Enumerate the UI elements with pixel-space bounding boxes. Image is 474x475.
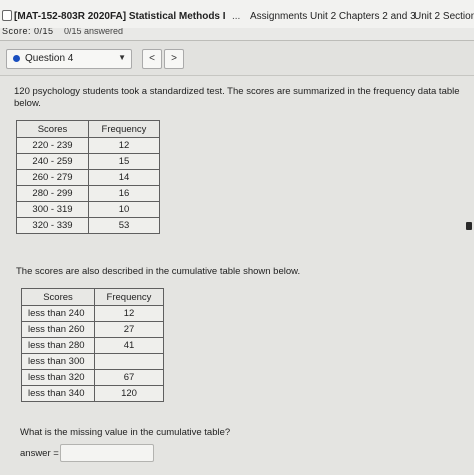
table-header-row: Scores Frequency	[17, 121, 159, 137]
question-select[interactable]: Question 4 ▼	[6, 49, 132, 69]
table-cell: less than 340	[22, 386, 94, 401]
answered-count: 0/15 answered	[64, 28, 124, 36]
table-cell: 41	[95, 338, 163, 353]
table-row: less than 340 120	[22, 386, 163, 401]
table-row: 240 - 259 15	[17, 154, 159, 169]
next-question-button[interactable]: >	[164, 49, 184, 69]
table-cell: 14	[89, 170, 159, 185]
chevron-down-icon: ▼	[118, 53, 126, 62]
course-title[interactable]: [MAT-152-803R 2020FA] Statistical Method…	[14, 11, 226, 22]
table-cell: less than 320	[22, 370, 94, 385]
table-cell: 10	[89, 202, 159, 217]
table-cell: 240 - 259	[17, 154, 88, 169]
table-cell: 27	[95, 322, 163, 337]
answer-input[interactable]	[60, 444, 154, 462]
table-row: 320 - 339 53	[17, 218, 159, 233]
chevron-right-icon: >	[171, 53, 177, 64]
column-header-frequency: Frequency	[89, 121, 159, 137]
table-cell: 120	[95, 386, 163, 401]
table-cell: 12	[89, 138, 159, 153]
table-cell: 15	[89, 154, 159, 169]
question-select-label: Question 4	[25, 53, 74, 64]
answer-label: answer =	[20, 448, 59, 459]
score-bar: Score: 0/15 0/15 answered	[0, 28, 474, 41]
table-row: less than 240 12	[22, 306, 163, 321]
table-row: 280 - 299 16	[17, 186, 159, 201]
table-cell: 67	[95, 370, 163, 385]
table-cell: 16	[89, 186, 159, 201]
table-cell: 300 - 319	[17, 202, 88, 217]
table-cell: 320 - 339	[17, 218, 88, 233]
more-breadcrumbs[interactable]: ...	[232, 11, 240, 22]
question-nav-bar: Question 4 ▼ < >	[0, 41, 474, 76]
breadcrumb-assignments[interactable]: Assignments Unit 2 Chapters 2 and 3	[250, 11, 416, 22]
column-header-frequency: Frequency	[95, 289, 163, 305]
table-cell: 12	[95, 306, 163, 321]
table-row: less than 260 27	[22, 322, 163, 337]
table-row: less than 320 67	[22, 370, 163, 385]
document-icon	[2, 10, 12, 21]
table-cell: 280 - 299	[17, 186, 88, 201]
table-cell: 260 - 279	[17, 170, 88, 185]
table-cell: 53	[89, 218, 159, 233]
table-row: less than 300	[22, 354, 163, 369]
breadcrumb-section[interactable]: Unit 2 Section	[414, 11, 474, 22]
column-header-scores: Scores	[17, 121, 88, 137]
table-row: 220 - 239 12	[17, 138, 159, 153]
table-row: less than 280 41	[22, 338, 163, 353]
prev-question-button[interactable]: <	[142, 49, 162, 69]
page-edge-marker	[466, 222, 472, 230]
table-header-row: Scores Frequency	[22, 289, 163, 305]
table-cell: less than 240	[22, 306, 94, 321]
table-cell: less than 300	[22, 354, 94, 369]
chevron-left-icon: <	[149, 53, 155, 64]
score-text: Score: 0/15	[2, 28, 54, 36]
column-header-scores: Scores	[22, 289, 94, 305]
status-dot-icon	[13, 55, 20, 62]
table-cell: 220 - 239	[17, 138, 88, 153]
cumulative-intro: The scores are also described in the cum…	[16, 266, 301, 277]
table-cell: less than 260	[22, 322, 94, 337]
cumulative-table: Scores Frequency less than 240 12 less t…	[21, 288, 164, 402]
problem-intro: 120 psychology students took a standardi…	[14, 86, 460, 109]
question-prompt: What is the missing value in the cumulat…	[20, 427, 231, 438]
table-row: 260 - 279 14	[17, 170, 159, 185]
missing-value-cell	[95, 354, 163, 369]
table-row: 300 - 319 10	[17, 202, 159, 217]
browser-header: [MAT-152-803R 2020FA] Statistical Method…	[0, 0, 474, 28]
table-cell: less than 280	[22, 338, 94, 353]
frequency-table: Scores Frequency 220 - 239 12 240 - 259 …	[16, 120, 160, 234]
